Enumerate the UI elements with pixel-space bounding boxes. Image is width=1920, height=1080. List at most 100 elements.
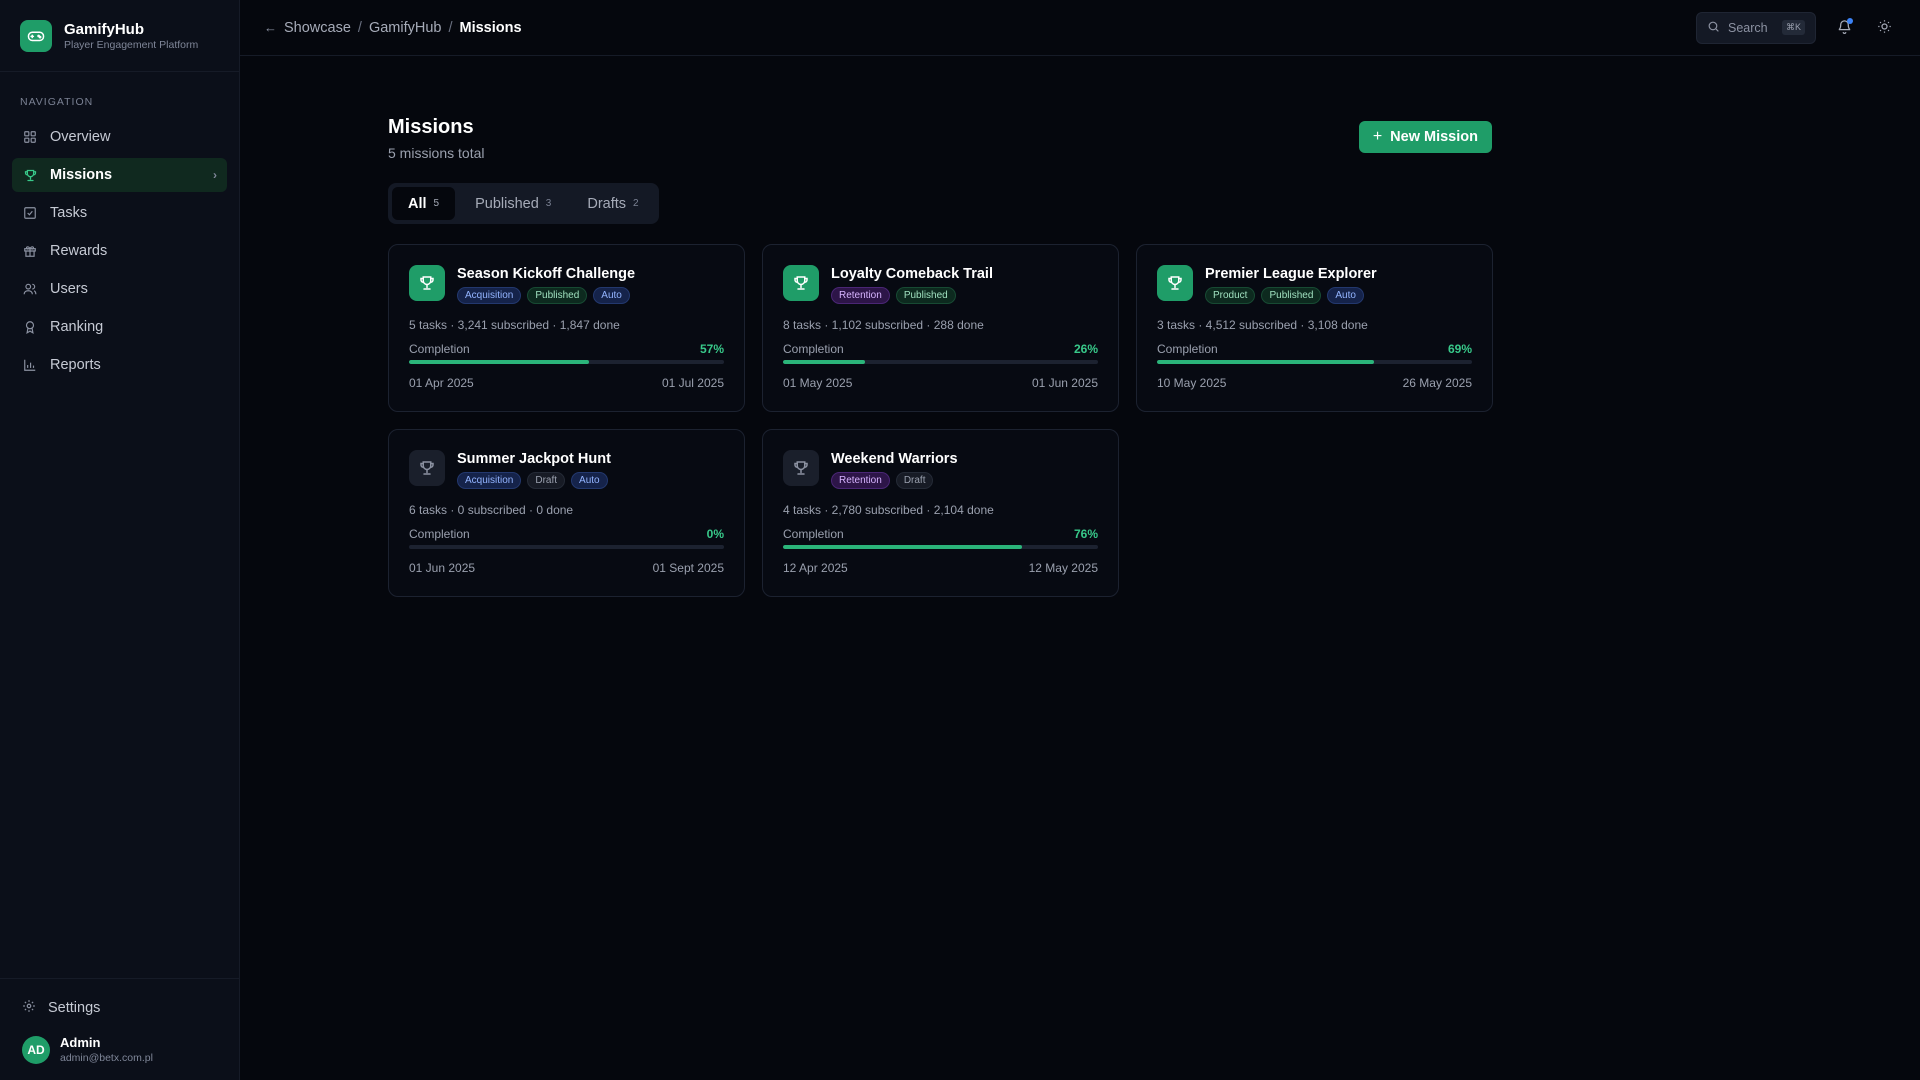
- user-name: Admin: [60, 1035, 101, 1050]
- mission-card[interactable]: Premier League Explorer Product Published…: [1136, 244, 1493, 412]
- progress-bar: [783, 545, 1098, 549]
- start-date: 01 May 2025: [783, 376, 853, 390]
- sidebar-item-reports[interactable]: Reports: [12, 348, 227, 382]
- mission-title[interactable]: Premier League Explorer: [1205, 266, 1377, 282]
- search-button[interactable]: Search ⌘K: [1696, 11, 1816, 44]
- sidebar-item-ranking[interactable]: Ranking: [12, 310, 227, 344]
- completion-label: Completion: [409, 527, 470, 541]
- user-profile[interactable]: AD Admin admin@betx.com.pl: [12, 1025, 227, 1064]
- tab-count: 5: [433, 198, 440, 209]
- sidebar-item-tasks[interactable]: Tasks: [12, 196, 227, 230]
- nav-section-label: NAVIGATION: [20, 96, 94, 108]
- mission-tags: Acquisition Draft Auto: [457, 472, 611, 489]
- tab-published[interactable]: Published 3: [459, 187, 567, 220]
- progress-bar-fill: [409, 360, 589, 364]
- start-date: 10 May 2025: [1157, 376, 1227, 390]
- sidebar-item-label: Overview: [50, 129, 111, 145]
- completion-label: Completion: [783, 527, 844, 541]
- page-subtitle: 5 missions total: [388, 145, 485, 161]
- plus-icon: +: [1372, 128, 1383, 145]
- mission-tags: Retention Draft: [831, 472, 958, 489]
- mission-stats: 3 tasks · 4,512 subscribed · 3,108 done: [1157, 318, 1368, 332]
- user-email: admin@betx.com.pl: [60, 1052, 153, 1064]
- completion-percent: 0%: [706, 527, 724, 541]
- mission-tags: Retention Published: [831, 287, 993, 304]
- tag-badge: Auto: [1327, 287, 1364, 304]
- card-header: Premier League Explorer Product Published…: [1157, 265, 1472, 304]
- card-header: Summer Jackpot Hunt Acquisition Draft Auto: [409, 450, 724, 489]
- trophy-icon: [783, 265, 819, 301]
- search-icon: [1707, 20, 1720, 36]
- nav-list: Overview Missions › Tasks Rewards Users …: [0, 120, 239, 382]
- tab-label: Published: [475, 195, 539, 212]
- mission-card[interactable]: Loyalty Comeback Trail Retention Publishe…: [762, 244, 1119, 412]
- completion-label: Completion: [783, 342, 844, 356]
- tag-badge: Acquisition: [457, 472, 522, 489]
- breadcrumb-separator: /: [448, 19, 453, 36]
- mission-card[interactable]: Weekend Warriors Retention Draft 4 tasks …: [762, 429, 1119, 597]
- progress-bar-fill: [783, 545, 1023, 549]
- breadcrumb-item-showcase[interactable]: Showcase: [284, 20, 351, 36]
- tag-badge: Product: [1205, 287, 1256, 304]
- mission-dates: 10 May 2025 26 May 2025: [1157, 376, 1472, 390]
- settings-label: Settings: [48, 1000, 101, 1016]
- mission-title[interactable]: Weekend Warriors: [831, 451, 958, 467]
- gift-icon: [22, 243, 38, 259]
- sidebar-item-overview[interactable]: Overview: [12, 120, 227, 154]
- sidebar: GamifyHub Player Engagement Platform NAV…: [0, 0, 240, 1080]
- chart-icon: [22, 357, 38, 373]
- card-header: Loyalty Comeback Trail Retention Publishe…: [783, 265, 1098, 304]
- mission-title[interactable]: Summer Jackpot Hunt: [457, 451, 611, 467]
- completion-row: Completion 26%: [783, 342, 1098, 356]
- tab-all[interactable]: All 5: [392, 187, 456, 220]
- sidebar-item-label: Tasks: [50, 205, 88, 221]
- topbar: ← Showcase / GamifyHub / Missions Search…: [240, 0, 1920, 56]
- mission-tags: Product Published Auto: [1205, 287, 1377, 304]
- search-label: Search: [1728, 20, 1768, 35]
- tab-label: All: [408, 195, 427, 212]
- sidebar-item-label: Reports: [50, 357, 101, 373]
- mission-grid: Season Kickoff Challenge Acquisition Publ…: [388, 244, 1493, 597]
- breadcrumb-item-gamifyhub[interactable]: GamifyHub: [369, 20, 442, 36]
- tag-badge: Published: [527, 287, 588, 304]
- end-date: 01 Jul 2025: [661, 376, 724, 390]
- main-content: Missions 5 missions total + New Mission …: [388, 56, 1493, 597]
- sidebar-item-settings[interactable]: Settings: [12, 991, 227, 1025]
- brand[interactable]: GamifyHub Player Engagement Platform: [0, 0, 239, 72]
- sidebar-item-rewards[interactable]: Rewards: [12, 234, 227, 268]
- sidebar-item-label: Users: [50, 281, 88, 297]
- sidebar-item-missions[interactable]: Missions ›: [12, 158, 227, 192]
- completion-label: Completion: [409, 342, 470, 356]
- brand-tagline: Player Engagement Platform: [64, 38, 199, 51]
- mission-card[interactable]: Summer Jackpot Hunt Acquisition Draft Auto…: [388, 429, 745, 597]
- mission-title[interactable]: Season Kickoff Challenge: [457, 266, 635, 282]
- chevron-right-icon: ›: [213, 168, 217, 182]
- trophy-icon: [409, 450, 445, 486]
- tag-badge: Published: [1261, 287, 1322, 304]
- tab-drafts[interactable]: Drafts 2: [571, 187, 654, 220]
- mission-dates: 01 May 2025 01 Jun 2025: [783, 376, 1098, 390]
- sidebar-item-label: Missions: [50, 167, 113, 183]
- notification-dot: [1847, 17, 1853, 24]
- tab-count: 3: [545, 198, 552, 209]
- new-mission-button[interactable]: + New Mission: [1358, 121, 1492, 153]
- completion-percent: 57%: [699, 342, 724, 356]
- search-shortcut: ⌘K: [1781, 20, 1805, 35]
- sun-icon: [1877, 19, 1892, 37]
- notifications-button[interactable]: [1832, 16, 1856, 40]
- tag-badge: Draft: [895, 472, 934, 489]
- mission-stats: 4 tasks · 2,780 subscribed · 2,104 done: [783, 503, 994, 517]
- tab-label: Drafts: [587, 195, 627, 212]
- breadcrumb-separator: /: [357, 19, 362, 36]
- end-date: 26 May 2025: [1402, 376, 1472, 390]
- back-arrow-icon[interactable]: ←: [264, 20, 277, 35]
- tab-count: 2: [633, 198, 639, 209]
- mission-dates: 01 Jun 2025 01 Sept 2025: [409, 561, 724, 575]
- completion-row: Completion 0%: [409, 527, 724, 541]
- mission-card[interactable]: Season Kickoff Challenge Acquisition Publ…: [388, 244, 745, 412]
- trophy-icon: [22, 167, 38, 183]
- mission-title[interactable]: Loyalty Comeback Trail: [831, 266, 993, 282]
- theme-toggle-button[interactable]: [1872, 16, 1896, 40]
- card-header: Weekend Warriors Retention Draft: [783, 450, 1098, 489]
- sidebar-item-users[interactable]: Users: [12, 272, 227, 306]
